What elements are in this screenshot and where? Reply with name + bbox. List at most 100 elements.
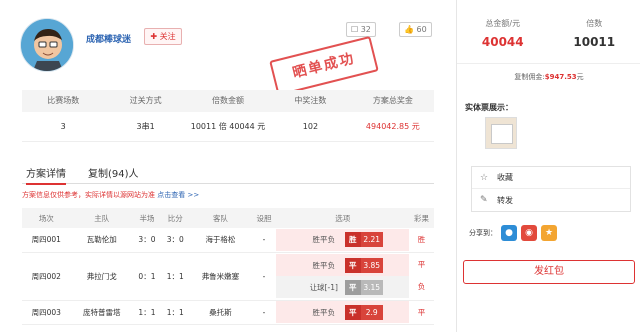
ticket-title: 实体票展示： <box>465 103 513 112</box>
half-score: 0：1 <box>132 252 162 301</box>
ticket-thumbnail[interactable] <box>485 117 517 149</box>
option-chip: 平 2.9 <box>344 304 383 320</box>
multiple-block: 倍数 10011 <box>549 18 640 63</box>
tab-scheme-detail[interactable]: 方案详情 <box>26 165 66 185</box>
summary-header-cell: 中奖注数 <box>294 96 327 105</box>
column-banker: 设胆 <box>251 208 277 228</box>
total-bonus: 494042.85 元 <box>365 122 420 131</box>
option-odds: 3.85 <box>360 257 383 273</box>
final-score: 1：1 <box>161 300 190 325</box>
column-away: 客队 <box>189 208 252 228</box>
summary-table: 比赛场数 过关方式 倍数金额 中奖注数 方案总奖金 3 3串1 10011 倍 40044 … <box>22 90 434 142</box>
right-sidebar: 总金额/元 40044 倍数 10011 复制佣金:$947.53元 实体票展示： … <box>456 0 640 332</box>
copy-commission: 复制佣金:$947.53元 <box>457 72 640 82</box>
summary-row: 3 3串1 10011 倍 40044 元 102 494042.85 元 <box>22 112 434 142</box>
notice-text: 方案信息仅供参考，实际详情以源网站为准 <box>22 191 155 199</box>
user-avatar[interactable] <box>20 18 74 72</box>
summary-header-cell: 倍数金额 <box>212 96 245 105</box>
favorite-action[interactable]: ☆ 收藏 <box>472 167 630 189</box>
parlay-type: 3串1 <box>136 122 155 131</box>
column-score: 比分 <box>161 208 190 228</box>
summary-header-cell: 比赛场数 <box>47 96 80 105</box>
scheme-detail-panel: 成都棒球迷 ✚ 关注 ☐ 32 👍 60 晒单成功 比赛场数 过关方式 倍数金额 中奖… <box>0 0 456 332</box>
option-chip: 胜 2.21 <box>344 232 383 248</box>
column-match: 场次 <box>22 208 71 228</box>
qq-icon[interactable]: ● <box>501 225 517 241</box>
banker-mark: - <box>251 252 277 301</box>
follow-button[interactable]: ✚ 关注 <box>144 28 182 45</box>
option-odds: 3.15 <box>360 279 383 295</box>
option-key: 平 <box>348 282 357 292</box>
amount-summary: 总金额/元 40044 倍数 10011 <box>457 0 640 64</box>
final-score: 1：1 <box>161 252 190 301</box>
half-score: 1：1 <box>132 300 162 325</box>
action-list: ☆ 收藏 ✎ 转发 <box>471 166 631 212</box>
view-link[interactable]: 点击查看 >> <box>157 191 199 199</box>
summary-header-cell: 方案总奖金 <box>372 96 413 105</box>
option-label: 胜平负 <box>312 235 335 245</box>
favorite-label: 收藏 <box>497 173 513 182</box>
option-label: 胜平负 <box>312 307 335 317</box>
qzone-icon[interactable]: ★ <box>541 225 557 241</box>
result: 平 <box>409 300 434 325</box>
comment-icon: ☐ <box>351 25 359 34</box>
option-key: 平 <box>348 260 357 270</box>
banker-mark: - <box>251 300 277 325</box>
home-team: 弗拉门戈 <box>70 252 133 301</box>
total-amount-label: 总金额/元 <box>485 19 521 28</box>
option-cell: 胜平负胜 2.21 <box>276 228 410 253</box>
table-row: 周四002 弗拉门戈 0：1 1：1 弗鲁米嫩塞 - 胜平负平 3.85 让球[-1] 平 3.… <box>22 252 434 301</box>
success-stamp: 晒单成功 <box>269 35 379 97</box>
column-options: 选项 <box>276 208 410 228</box>
share-label: 分享到： <box>469 229 497 237</box>
bet-option: 让球[-1] 平 3.15 <box>276 276 410 298</box>
column-result: 彩果 <box>409 208 434 228</box>
forward-action[interactable]: ✎ 转发 <box>472 189 630 211</box>
comment-count: 32 <box>360 25 371 34</box>
red-packet-button[interactable]: 发红包 <box>463 260 635 284</box>
summary-header: 比赛场数 过关方式 倍数金额 中奖注数 方案总奖金 <box>22 90 434 112</box>
match-number: 周四003 <box>22 300 71 325</box>
option-chip: 平 3.85 <box>344 257 383 273</box>
option-chip: 平 3.15 <box>344 279 383 295</box>
forward-icon: ✎ <box>480 195 488 205</box>
thumb-up-icon: 👍 <box>404 25 414 34</box>
copy-commission-value: $947.53 <box>544 73 577 81</box>
username[interactable]: 成都棒球迷 <box>86 32 131 45</box>
away-team: 弗鲁米嫩塞 <box>189 252 252 301</box>
copy-commission-unit: 元 <box>576 73 584 81</box>
bet-option: 胜平负胜 2.21 <box>276 228 410 251</box>
table-row: 周四001 瓦勒伦加 3：0 3：0 海于格松 - 胜平负胜 2.21 胜 <box>22 228 434 253</box>
winning-bets: 102 <box>302 122 319 131</box>
match-count: 3 <box>60 122 66 131</box>
bet-option: 胜平负平 3.85 <box>276 254 410 276</box>
star-icon: ☆ <box>480 172 489 183</box>
notice: 方案信息仅供参考，实际详情以源网站为准 点击查看 >> <box>22 190 199 200</box>
multiple-value: 10011 <box>573 35 616 49</box>
like-count: 60 <box>416 25 427 34</box>
summary-header-cell: 过关方式 <box>129 96 162 105</box>
table-row: 周四003 庞特普雷塔 1：1 1：1 桑托斯 - 胜平负平 2.9 平 <box>22 300 434 325</box>
total-amount: 40044 <box>481 35 524 49</box>
option-cell: 胜平负平 3.85 让球[-1] 平 3.15 <box>276 252 410 301</box>
total-amount-block: 总金额/元 40044 <box>457 18 549 63</box>
comment-count-button[interactable]: ☐ 32 <box>346 22 376 37</box>
match-number: 周四002 <box>22 252 71 301</box>
option-key: 胜 <box>348 235 357 245</box>
tab-copy[interactable]: 复制(94)人 <box>88 165 139 180</box>
option-cell: 胜平负平 2.9 <box>276 300 410 325</box>
like-count-button[interactable]: 👍 60 <box>399 22 432 37</box>
result: 胜 <box>409 228 434 253</box>
option-label: 让球[-1] <box>309 282 338 292</box>
match-table: 场次 主队 半场 比分 客队 设胆 选项 彩果 周四001 瓦勒伦加 3：0 3：0 海于格松 - 胜平… <box>22 208 434 325</box>
option-odds: 2.9 <box>360 304 383 320</box>
weibo-icon[interactable]: ◉ <box>521 225 537 241</box>
match-number: 周四001 <box>22 228 71 253</box>
bet-option: 胜平负平 2.9 <box>276 301 410 323</box>
detail-tabs: 方案详情 复制(94)人 <box>22 162 434 185</box>
half-score: 3：0 <box>132 228 162 253</box>
home-team: 瓦勒伦加 <box>70 228 133 253</box>
away-team: 海于格松 <box>189 228 252 253</box>
multiple-label: 倍数 <box>586 19 603 28</box>
banker-mark: - <box>251 228 277 253</box>
